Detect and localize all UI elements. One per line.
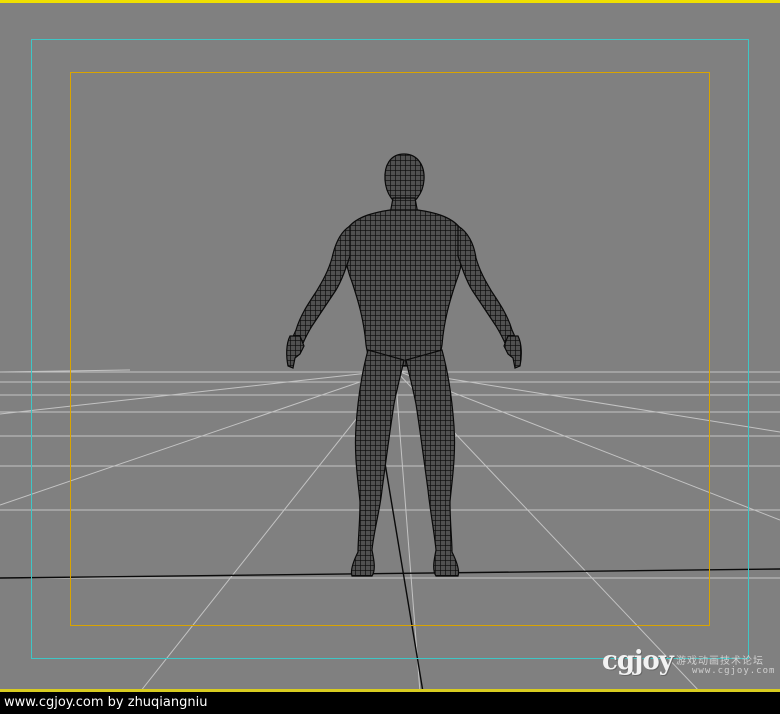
viewport-canvas — [0, 39, 780, 692]
3d-viewport[interactable]: cgjoy 游戏动画技术论坛 www.cgjoy.com — [0, 0, 780, 692]
footer-bar: www.cgjoy.com by zhuqiangniu — [0, 692, 780, 714]
right-hand — [503, 335, 522, 369]
left-leg — [350, 349, 405, 577]
watermark-logo: cgjoy — [602, 646, 674, 676]
watermark: cgjoy 游戏动画技术论坛 www.cgjoy.com — [600, 640, 780, 688]
right-leg — [405, 349, 460, 577]
footer-credit: www.cgjoy.com by zhuqiangniu — [4, 695, 208, 710]
left-hand — [286, 335, 305, 369]
torso — [344, 209, 464, 367]
active-viewport-border-top — [0, 0, 780, 3]
left-arm — [288, 224, 351, 353]
ground-axis-z — [381, 444, 424, 692]
ground-axis-x — [0, 568, 780, 579]
watermark-subtitle: 游戏动画技术论坛 — [676, 656, 764, 667]
right-arm — [457, 224, 520, 353]
watermark-url: www.cgjoy.com — [692, 666, 776, 676]
character-wireframe[interactable] — [286, 153, 522, 577]
